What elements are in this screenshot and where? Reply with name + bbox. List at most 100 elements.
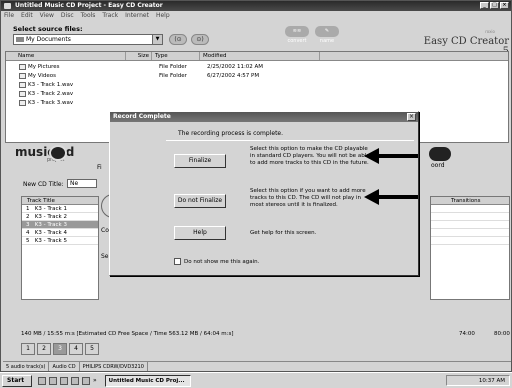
page-tab[interactable]: 4 <box>69 343 83 355</box>
checkbox-box[interactable] <box>174 258 181 265</box>
file-row[interactable]: My Videos File Folder 6/27/2002 4:57 PM <box>19 72 259 80</box>
dialog-title: Record Complete <box>110 112 418 122</box>
free-space-text: 140 MB / 15:55 m:s [Estimated CD Free Sp… <box>21 331 234 337</box>
record-label: oord <box>431 162 445 169</box>
browser-icon[interactable] <box>49 376 57 385</box>
convert-label: convert <box>287 38 307 44</box>
page-tab[interactable]: 3 <box>53 343 67 355</box>
clock: 10:37 AM <box>478 378 505 384</box>
help-button[interactable]: Help <box>174 226 226 240</box>
col-modified[interactable]: Modified <box>200 52 320 60</box>
back-button[interactable]: (⊙ <box>169 34 187 45</box>
close-button[interactable]: × <box>500 2 509 9</box>
menu-tools[interactable]: Tools <box>81 11 96 21</box>
file-row[interactable]: My Pictures File Folder 2/25/2002 11:02 … <box>19 63 263 71</box>
app-window: Untitled Music CD Project - Easy CD Crea… <box>0 0 512 372</box>
page-tab[interactable]: 1 <box>21 343 35 355</box>
name-label: name <box>319 38 335 44</box>
source-label: Select source files: <box>13 25 83 33</box>
table-row[interactable]: 4 K3 - Track 4 <box>22 229 98 237</box>
dont-show-label: Do not show me this again. <box>184 258 260 265</box>
record-button[interactable] <box>429 147 451 161</box>
arrow-left-icon <box>364 189 418 205</box>
menu-internet[interactable]: Internet <box>125 11 149 21</box>
status-bar: 5 audio track(s) Audio CD PHILIPS CDRW/D… <box>3 361 511 371</box>
partial-label: Fi <box>97 164 102 171</box>
menu-track[interactable]: Track <box>102 11 118 21</box>
file-row[interactable]: K3 - Track 2.wav <box>19 90 73 98</box>
window-title: Untitled Music CD Project - Easy CD Crea… <box>15 2 163 9</box>
do-not-finalize-description: Select this option if you want to add mo… <box>250 188 366 208</box>
audio-file-icon <box>19 90 26 97</box>
taskbar-app-button[interactable]: Untitled Music CD Proj... <box>104 374 191 387</box>
col-size[interactable]: Size <box>126 52 152 60</box>
file-list-header: Name Size Type Modified <box>6 52 508 61</box>
app-icon <box>4 3 11 9</box>
table-row[interactable]: 1 K3 - Track 1 <box>22 205 98 213</box>
name-icon: ✎ <box>315 26 339 37</box>
dialog-close-button[interactable]: × <box>407 113 416 121</box>
transitions-header: Transitions <box>431 197 509 205</box>
desktop-icon[interactable] <box>38 376 46 385</box>
convert-button[interactable]: ≋≋ convert <box>284 26 310 46</box>
finalize-description: Select this option to make the CD playab… <box>250 146 370 166</box>
cd-title-input[interactable]: Ne <box>67 179 97 188</box>
media-icon[interactable] <box>71 376 79 385</box>
help-description: Get help for this screen. <box>250 230 317 236</box>
menu-view[interactable]: View <box>40 11 54 21</box>
status-type: Audio CD <box>49 362 80 371</box>
audio-file-icon <box>19 99 26 106</box>
arrow-left-icon <box>364 148 418 164</box>
time-marker-80: 80:00 <box>494 331 510 337</box>
menu-file[interactable]: File <box>4 11 14 21</box>
file-row[interactable]: K3 - Track 3.wav <box>19 99 73 107</box>
folder-icon <box>19 72 26 79</box>
source-selected: My Documents <box>26 36 71 43</box>
transitions-column[interactable]: Transitions <box>430 196 510 300</box>
col-name[interactable]: Name <box>6 52 126 60</box>
cd-title-label: New CD Title: <box>23 181 64 188</box>
folder-icon <box>16 37 24 42</box>
do-not-finalize-button[interactable]: Do not Finalize <box>174 194 226 208</box>
status-tracks: 5 audio track(s) <box>3 362 50 371</box>
page-tabs: 1 2 3 4 5 <box>21 343 99 355</box>
col-type[interactable]: Type <box>152 52 200 60</box>
app-icon[interactable] <box>82 376 90 385</box>
cd-icon <box>49 145 67 161</box>
title-bar: Untitled Music CD Project - Easy CD Crea… <box>1 1 511 11</box>
quick-launch: » <box>38 376 97 385</box>
partial-label: Co <box>101 227 109 234</box>
chevron-down-icon[interactable]: ▼ <box>152 35 162 44</box>
status-drive: PHILIPS CDRW/DVD3210 <box>80 362 148 371</box>
audio-file-icon <box>19 81 26 88</box>
dont-show-checkbox[interactable]: Do not show me this again. <box>174 258 259 265</box>
table-row[interactable]: 3 K3 - Track 3 <box>22 221 98 229</box>
page-tab[interactable]: 2 <box>37 343 51 355</box>
track-list[interactable]: Track Title 1 K3 - Track 1 2 K3 - Track … <box>21 196 99 300</box>
record-complete-dialog: Record Complete × The recording process … <box>109 111 419 276</box>
forward-button[interactable]: ⊙) <box>191 34 209 45</box>
source-select[interactable]: My Documents ▼ <box>13 34 163 45</box>
taskbar: Start » Untitled Music CD Proj... 10:37 … <box>0 372 512 388</box>
track-list-header: Track Title <box>22 197 98 205</box>
table-row[interactable]: 5 K3 - Track 5 <box>22 237 98 245</box>
page-tab[interactable]: 5 <box>85 343 99 355</box>
minimize-button[interactable]: _ <box>480 2 489 9</box>
file-row[interactable]: K3 - Track 1.wav <box>19 81 73 89</box>
start-button[interactable]: Start <box>2 374 32 387</box>
menu-edit[interactable]: Edit <box>21 11 33 21</box>
more-icon[interactable]: » <box>93 377 97 385</box>
menu-disc[interactable]: Disc <box>61 11 74 21</box>
name-button[interactable]: ✎ name <box>314 26 340 46</box>
time-marker-74: 74:00 <box>459 331 475 337</box>
table-row[interactable]: 2 K3 - Track 2 <box>22 213 98 221</box>
menu-help[interactable]: Help <box>156 11 170 21</box>
dialog-message: The recording process is complete. <box>178 130 284 137</box>
menu-bar: File Edit View Disc Tools Track Internet… <box>1 11 511 21</box>
maximize-button[interactable]: □ <box>490 2 499 9</box>
finalize-button[interactable]: Finalize <box>174 154 226 168</box>
convert-icon: ≋≋ <box>285 26 309 37</box>
email-icon[interactable] <box>60 376 68 385</box>
system-tray: 10:37 AM <box>446 375 510 386</box>
folder-icon <box>19 63 26 70</box>
